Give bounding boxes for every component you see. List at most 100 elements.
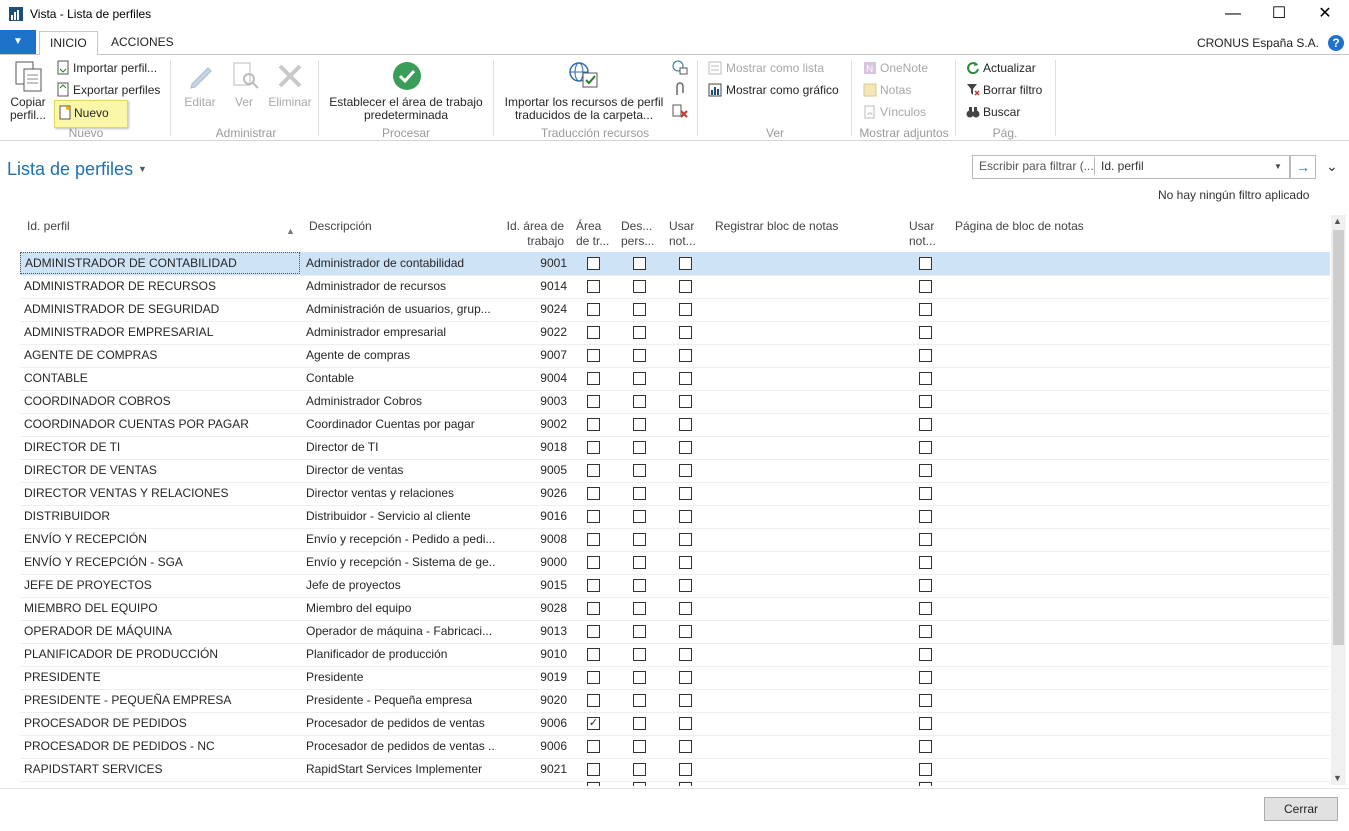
checkbox[interactable]	[633, 257, 646, 270]
checkbox[interactable]	[633, 763, 646, 776]
table-row[interactable]: OPERADOR DE MÁQUINA Operador de máquina -…	[20, 620, 1330, 644]
delete-button[interactable]: Eliminar	[266, 96, 314, 109]
checkbox[interactable]	[587, 257, 600, 270]
checkbox[interactable]	[633, 556, 646, 569]
checkbox[interactable]	[679, 418, 692, 431]
column-header-notes-page[interactable]: Página de bloc de notas	[955, 219, 1084, 234]
column-header-workspace-translated[interactable]: Área de tr...	[576, 219, 609, 249]
help-icon[interactable]: ?	[1328, 35, 1344, 51]
checkbox[interactable]	[679, 303, 692, 316]
checkbox[interactable]	[919, 372, 932, 385]
collapse-chevron-icon[interactable]: ⌄	[1326, 158, 1338, 175]
table-row[interactable]: ADMINISTRADOR EMPRESARIAL Administrador e…	[20, 321, 1330, 345]
chevron-down-icon[interactable]: ▼	[1274, 162, 1282, 171]
table-row[interactable]: COORDINADOR COBROS Administrador Cobros 90…	[20, 390, 1330, 414]
checkbox[interactable]	[919, 694, 932, 707]
clear-filter-button[interactable]: Borrar filtro	[983, 83, 1042, 97]
notes-button[interactable]: Notas	[880, 83, 911, 97]
checkbox[interactable]	[587, 395, 600, 408]
import-translated-resources-button[interactable]: Importar los recursos de perfil traducid…	[500, 96, 668, 122]
checkbox[interactable]	[679, 326, 692, 339]
checkbox[interactable]	[633, 441, 646, 454]
table-row[interactable]: RAPIDSTART SERVICES RapidStart Services I…	[20, 758, 1330, 782]
column-header-register-notes[interactable]: Registrar bloc de notas	[715, 219, 838, 234]
export-profiles-button[interactable]: Exportar perfiles	[73, 83, 160, 97]
checkbox[interactable]	[587, 372, 600, 385]
column-header-use-notes[interactable]: Usar not...	[669, 219, 696, 249]
checkbox[interactable]	[919, 464, 932, 477]
checkbox[interactable]	[633, 510, 646, 523]
attachment-icon[interactable]	[672, 82, 688, 97]
checkbox[interactable]	[633, 280, 646, 293]
checkbox[interactable]	[679, 280, 692, 293]
checkbox[interactable]	[679, 487, 692, 500]
checkbox[interactable]	[919, 648, 932, 661]
checkbox[interactable]	[679, 694, 692, 707]
remove-translation-icon[interactable]	[672, 104, 688, 119]
table-row[interactable]: PROCESADOR DE PEDIDOS - NC Procesador de …	[20, 735, 1330, 759]
table-row[interactable]: PLANIFICADOR DE PRODUCCIÓN Planificador d…	[20, 643, 1330, 667]
checkbox[interactable]	[587, 602, 600, 615]
checkbox[interactable]	[679, 533, 692, 546]
checkbox[interactable]	[679, 349, 692, 362]
checkbox[interactable]	[633, 602, 646, 615]
table-row[interactable]: PRESIDENTE Presidente 9019	[20, 666, 1330, 690]
checkbox[interactable]	[919, 717, 932, 730]
checkbox[interactable]	[587, 648, 600, 661]
checkbox[interactable]	[633, 464, 646, 477]
checkbox[interactable]	[633, 326, 646, 339]
checkbox[interactable]	[587, 349, 600, 362]
checkbox[interactable]	[633, 418, 646, 431]
checkbox[interactable]	[633, 395, 646, 408]
checkbox[interactable]	[633, 372, 646, 385]
table-row[interactable]: DIRECTOR DE VENTAS Director de ventas 9005	[20, 459, 1330, 483]
checkbox[interactable]	[587, 303, 600, 316]
checkbox[interactable]	[587, 556, 600, 569]
checkbox[interactable]	[587, 625, 600, 638]
checkbox[interactable]	[633, 671, 646, 684]
checkbox[interactable]	[587, 579, 600, 592]
import-profile-button[interactable]: Importar perfil...	[73, 61, 157, 75]
checkbox[interactable]	[633, 349, 646, 362]
table-row[interactable]: ADMINISTRADOR DE CONTABILIDAD Administrad…	[20, 252, 1330, 276]
close-button[interactable]: Cerrar	[1264, 797, 1338, 821]
table-row[interactable]: ENVÍO Y RECEPCIÓN Envío y recepción - Ped…	[20, 528, 1330, 552]
checkbox[interactable]	[679, 441, 692, 454]
minimize-button[interactable]: —	[1210, 0, 1256, 30]
tab-acciones[interactable]: ACCIONES	[101, 31, 184, 54]
checkbox[interactable]	[679, 372, 692, 385]
table-row[interactable]: DIRECTOR DE TI Director de TI 9018	[20, 436, 1330, 460]
checkbox[interactable]: ✓	[587, 717, 600, 730]
checkbox[interactable]	[587, 740, 600, 753]
checkbox[interactable]	[633, 579, 646, 592]
checkbox[interactable]	[587, 671, 600, 684]
checkbox[interactable]	[919, 326, 932, 339]
checkbox[interactable]	[919, 418, 932, 431]
checkbox[interactable]	[587, 510, 600, 523]
filter-input[interactable]: Escribir para filtrar (...	[979, 159, 1094, 173]
table-row[interactable]: DIRECTOR VENTAS Y RELACIONES Director ven…	[20, 482, 1330, 506]
show-as-chart-button[interactable]: Mostrar como gráfico	[726, 83, 839, 97]
checkbox[interactable]	[587, 763, 600, 776]
checkbox[interactable]	[919, 257, 932, 270]
checkbox[interactable]	[679, 602, 692, 615]
edit-button[interactable]: Editar	[178, 96, 222, 109]
table-row[interactable]: MIEMBRO DEL EQUIPO Miembro del equipo 9028	[20, 597, 1330, 621]
checkbox[interactable]	[919, 280, 932, 293]
table-row[interactable]: COORDINADOR CUENTAS POR PAGAR Coordinador…	[20, 413, 1330, 437]
table-row[interactable]: ADMINISTRADOR DE RECURSOS Administrador d…	[20, 275, 1330, 299]
checkbox[interactable]	[919, 303, 932, 316]
checkbox[interactable]	[919, 487, 932, 500]
app-menu-button[interactable]: ▼	[0, 30, 36, 54]
onenote-button[interactable]: OneNote	[880, 61, 928, 75]
checkbox[interactable]	[633, 717, 646, 730]
translation-export-icon[interactable]	[672, 60, 688, 75]
table-row[interactable]: ADMINISTRADOR DE SEGURIDAD Administración…	[20, 298, 1330, 322]
checkbox[interactable]	[587, 280, 600, 293]
tab-inicio[interactable]: INICIO	[39, 31, 98, 56]
table-row[interactable]: PRESIDENTE - PEQUEÑA EMPRESA Presidente -…	[20, 689, 1330, 713]
view-button[interactable]: Ver	[226, 96, 262, 109]
table-row[interactable]: DISTRIBUIDOR Distribuidor - Servicio al c…	[20, 505, 1330, 529]
checkbox[interactable]	[587, 418, 600, 431]
checkbox[interactable]	[633, 625, 646, 638]
